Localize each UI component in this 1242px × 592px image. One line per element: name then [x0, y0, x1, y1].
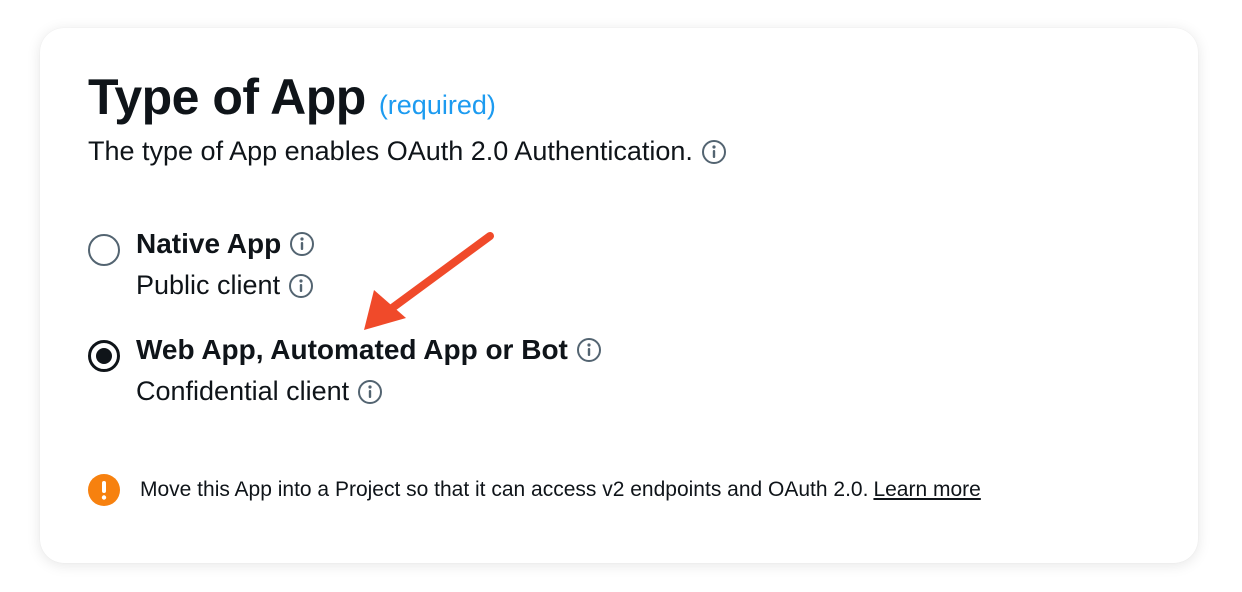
learn-more-link[interactable]: Learn more [873, 478, 980, 502]
info-icon[interactable] [288, 273, 314, 299]
arrow-annotation [364, 232, 494, 330]
page-title: Type of App [88, 69, 366, 125]
title-row: Type of App (required) [88, 68, 496, 126]
radio-web-app-selected[interactable] [88, 340, 120, 372]
project-notice: Move this App into a Project so that it … [88, 474, 981, 506]
subtitle-text: The type of App enables OAuth 2.0 Authen… [88, 136, 693, 166]
notice-text: Move this App into a Project so that it … [140, 478, 869, 501]
info-icon[interactable] [576, 337, 602, 363]
type-of-app-card: Type of App (required) The type of App e… [40, 28, 1198, 563]
warning-icon [88, 474, 120, 506]
required-label: (required) [378, 90, 496, 120]
info-icon[interactable] [357, 379, 383, 405]
subtitle-row: The type of App enables OAuth 2.0 Authen… [88, 136, 727, 167]
info-icon[interactable] [701, 139, 727, 165]
option-title-web-app: Web App, Automated App or Bot [136, 334, 568, 365]
option-subtitle-confidential-client: Confidential client [136, 376, 350, 406]
option-subtitle-public-client: Public client [136, 270, 281, 300]
option-title-native-app: Native App [136, 228, 282, 259]
radio-native-app[interactable] [88, 234, 120, 266]
info-icon[interactable] [289, 231, 315, 257]
